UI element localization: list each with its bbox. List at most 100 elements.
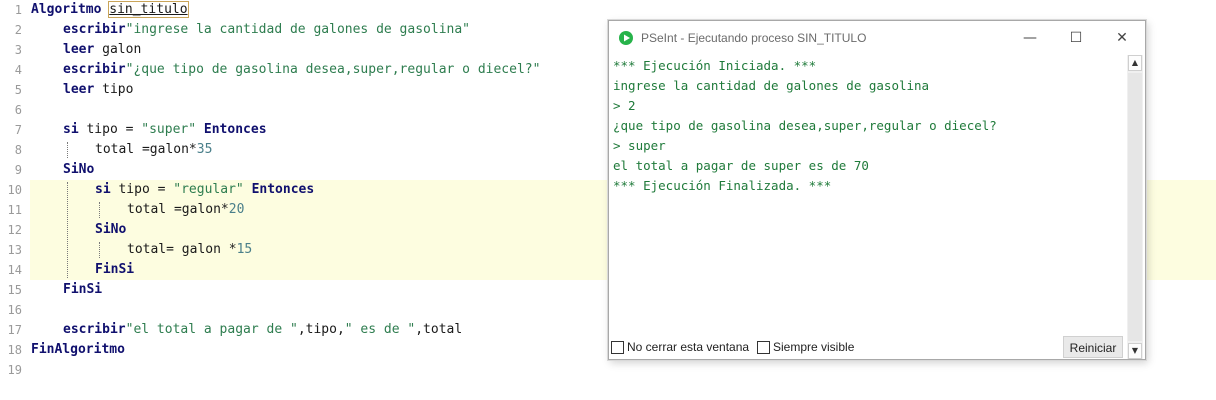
line-number: 16 [7, 303, 22, 317]
indent-guide [99, 242, 100, 258]
line-number: 4 [14, 63, 22, 77]
output-line: > 2 [613, 98, 636, 113]
number-literal: 15 [236, 242, 253, 257]
always-visible-checkbox[interactable] [757, 341, 770, 354]
code-line-11[interactable]: total =galon*20 [127, 200, 244, 220]
window-bottom-bar: No cerrar esta ventana Siempre visible R… [609, 335, 1127, 359]
expression: total= galon [127, 242, 229, 257]
play-icon [619, 31, 633, 45]
expression: tipo = [86, 122, 142, 137]
code-line-4[interactable]: escribir"¿que tipo de gasolina desea,sup… [63, 60, 540, 80]
number-literal: 20 [228, 202, 245, 217]
code-line-13[interactable]: total= galon *15 [127, 240, 252, 260]
algorithm-name: sin_titulo [108, 1, 189, 18]
minimize-button[interactable]: — [1007, 21, 1053, 55]
output-line: > super [613, 138, 666, 153]
number-literal: 35 [196, 142, 213, 157]
keep-open-label[interactable]: No cerrar esta ventana [627, 335, 749, 359]
keyword: FinAlgoritmo [31, 342, 125, 357]
identifier: galon [102, 42, 142, 57]
line-number: 8 [14, 143, 22, 157]
operator: * [188, 142, 197, 157]
indent-guide [67, 182, 68, 278]
indent-guide [67, 142, 68, 158]
always-visible-label[interactable]: Siempre visible [773, 335, 854, 359]
code-line-10[interactable]: si tipo = "regular" Entonces [95, 180, 314, 200]
expression: ,total [415, 322, 463, 337]
line-number: 17 [7, 323, 22, 337]
keep-open-checkbox[interactable] [611, 341, 624, 354]
code-line-14[interactable]: FinSi [95, 260, 134, 280]
restart-button[interactable]: Reiniciar [1063, 336, 1123, 358]
output-line: ingrese la cantidad de galones de gasoli… [613, 78, 930, 93]
line-number: 3 [14, 43, 22, 57]
string-literal: " es de " [344, 322, 416, 337]
output-line: el total a pagar de super es de 70 [613, 158, 869, 173]
code-line-9[interactable]: SiNo [63, 160, 94, 180]
line-number: 19 [7, 363, 22, 377]
expression: total =galon [95, 142, 189, 157]
keyword: Algoritmo [31, 2, 102, 17]
code-line-1[interactable]: Algoritmo sin_titulo [31, 0, 189, 20]
window-titlebar[interactable]: PSeInt - Ejecutando proceso SIN_TITULO —… [609, 21, 1145, 55]
code-line-12[interactable]: SiNo [95, 220, 126, 240]
code-line-17[interactable]: escribir"el total a pagar de ",tipo," es… [63, 320, 462, 340]
line-number: 1 [14, 3, 22, 17]
keyword: leer [63, 82, 95, 97]
execution-window[interactable]: PSeInt - Ejecutando proceso SIN_TITULO —… [608, 20, 1146, 360]
expression: tipo = [118, 182, 174, 197]
line-number: 11 [7, 203, 22, 217]
string-literal: "el total a pagar de " [125, 322, 298, 337]
line-number: 9 [14, 163, 22, 177]
line-number: 10 [7, 183, 22, 197]
scroll-down-arrow-icon[interactable]: ▼ [1128, 343, 1142, 359]
identifier: tipo [102, 82, 134, 97]
code-line-2[interactable]: escribir"ingrese la cantidad de galones … [63, 20, 470, 40]
line-number: 12 [7, 223, 22, 237]
maximize-button[interactable]: ☐ [1053, 21, 1099, 55]
output-line: ¿que tipo de gasolina desea,super,regula… [613, 118, 997, 133]
line-number: 2 [14, 23, 22, 37]
code-line-18[interactable]: FinAlgoritmo [31, 340, 125, 360]
code-line-5[interactable]: leer tipo [63, 80, 133, 100]
close-button[interactable]: ✕ [1099, 21, 1145, 55]
keyword: leer [63, 42, 95, 57]
keyword: Entonces [251, 182, 315, 197]
keyword: FinSi [63, 282, 103, 297]
scroll-up-arrow-icon[interactable]: ▲ [1128, 55, 1142, 71]
scrollbar-track[interactable] [1128, 73, 1142, 341]
keyword: SiNo [95, 222, 127, 237]
string-literal: "¿que tipo de gasolina desea,super,regul… [125, 62, 541, 77]
keyword: escribir [63, 62, 126, 77]
keyword: SiNo [63, 162, 95, 177]
line-number: 14 [7, 263, 22, 277]
line-number: 13 [7, 243, 22, 257]
keyword: FinSi [95, 262, 135, 277]
expression: total =galon [127, 202, 221, 217]
code-line-15[interactable]: FinSi [63, 280, 102, 300]
expression: ,tipo, [297, 322, 345, 337]
line-number: 5 [14, 83, 22, 97]
output-line: *** Ejecución Finalizada. *** [613, 178, 832, 193]
string-literal: "super" [141, 122, 197, 137]
keyword: escribir [63, 322, 126, 337]
string-literal: "ingrese la cantidad de galones de gasol… [125, 22, 470, 37]
operator: * [220, 202, 229, 217]
output-line: *** Ejecución Iniciada. *** [613, 58, 817, 73]
line-number: 15 [7, 283, 22, 297]
code-line-8[interactable]: total =galon*35 [95, 140, 212, 160]
keyword: Entonces [203, 122, 267, 137]
code-line-7[interactable]: si tipo = "super" Entonces [63, 120, 267, 140]
line-number: 7 [14, 123, 22, 137]
keyword: si [95, 182, 111, 197]
indent-guide [99, 202, 100, 218]
operator: * [228, 242, 237, 257]
line-number: 18 [7, 343, 22, 357]
vertical-scrollbar[interactable]: ▲ ▼ [1127, 55, 1143, 359]
console-output[interactable]: *** Ejecución Iniciada. *** ingrese la c… [611, 55, 1127, 335]
string-literal: "regular" [173, 182, 244, 197]
keyword: si [63, 122, 79, 137]
keyword: escribir [63, 22, 126, 37]
code-line-3[interactable]: leer galon [63, 40, 141, 60]
line-number: 6 [14, 103, 22, 117]
